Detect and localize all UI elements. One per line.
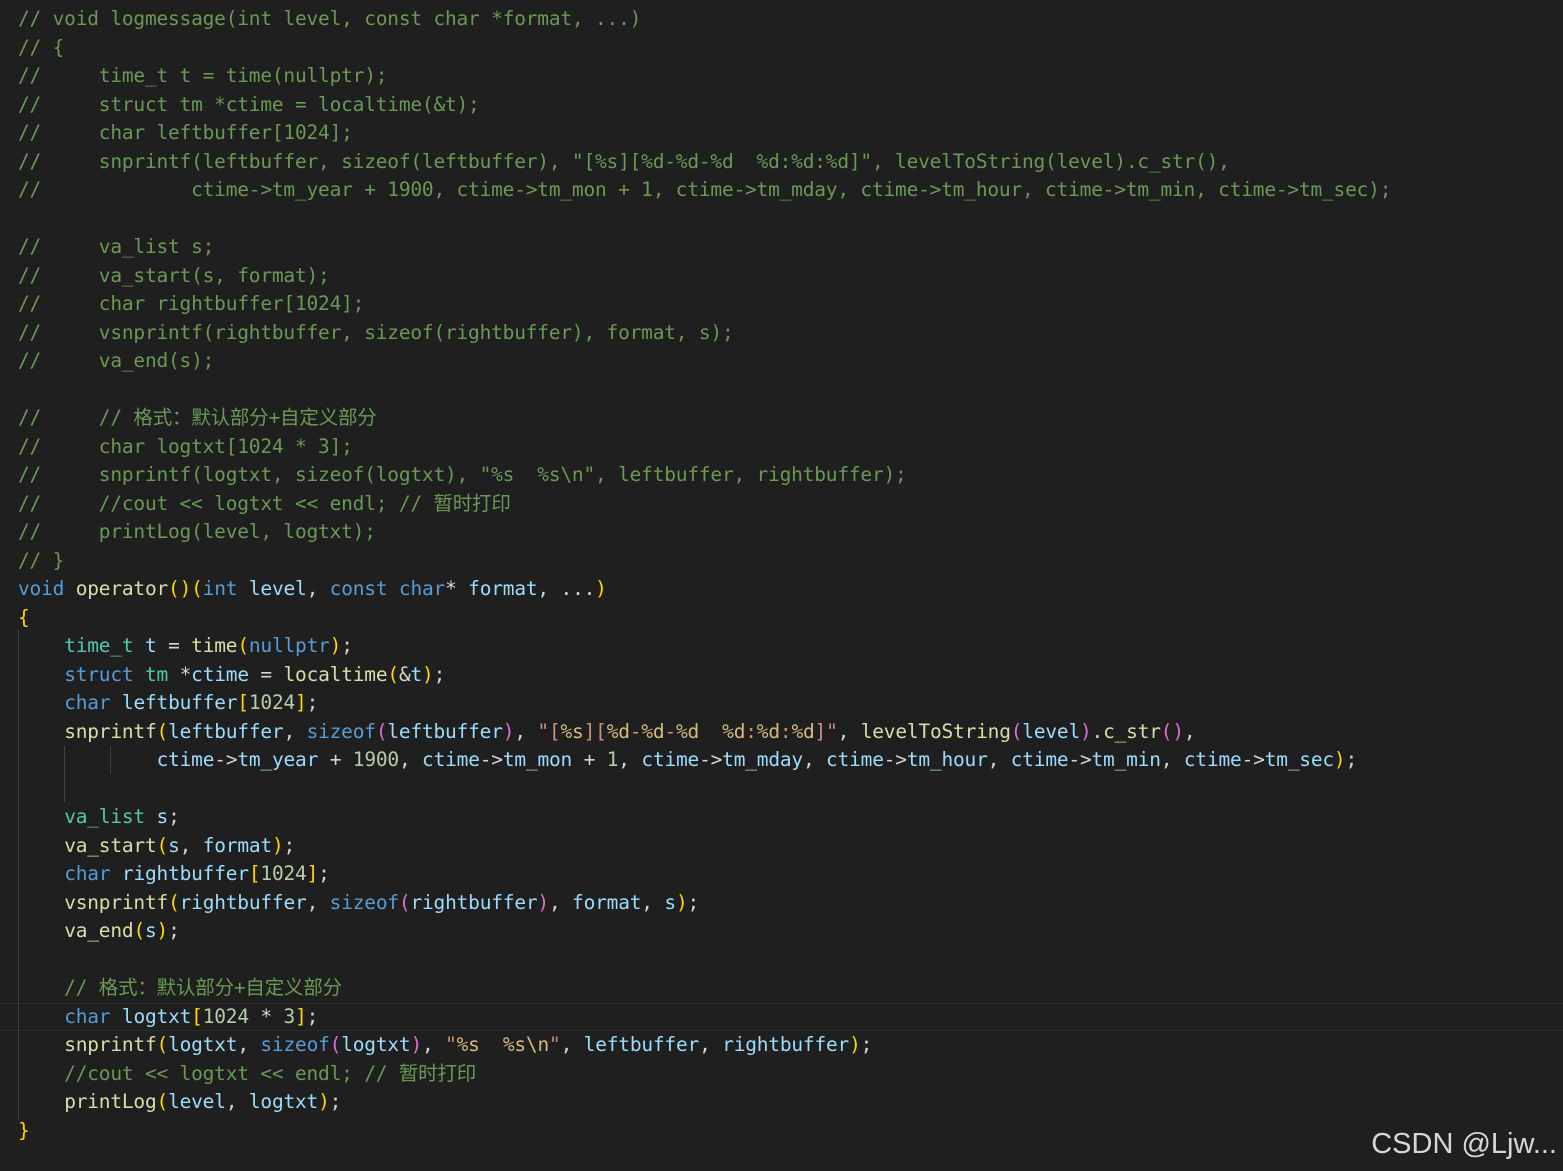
indent-guide-continuation (64, 746, 65, 802)
code-text: va_end(s); (64, 919, 180, 942)
code-text: // va_list s; (18, 235, 215, 258)
code-line[interactable]: va_end(s); (0, 917, 1563, 946)
code-text: char leftbuffer[1024]; (64, 691, 319, 714)
code-line[interactable]: // va_list s; (0, 233, 1563, 262)
code-text: snprintf(logtxt, sizeof(logtxt), "%s %s\… (64, 1033, 873, 1056)
code-text: // char rightbuffer[1024]; (18, 292, 365, 315)
code-text: vsnprintf(rightbuffer, sizeof(rightbuffe… (64, 890, 700, 914)
code-line[interactable]: // char rightbuffer[1024]; (0, 290, 1563, 319)
code-text: // printLog(level, logtxt); (18, 520, 376, 543)
code-line[interactable]: printLog(level, logtxt); (0, 1088, 1563, 1117)
code-line[interactable]: // snprintf(logtxt, sizeof(logtxt), "%s … (0, 461, 1563, 490)
code-line[interactable]: //cout << logtxt << endl; // 暂时打印 (0, 1060, 1563, 1089)
code-line[interactable]: // // 格式：默认部分+自定义部分 (0, 404, 1563, 433)
code-line[interactable]: } (0, 1117, 1563, 1146)
code-text: // char logtxt[1024 * 3]; (18, 434, 353, 458)
code-line[interactable]: struct tm *ctime = localtime(&t); (0, 661, 1563, 690)
code-text: // struct tm *ctime = localtime(&t); (18, 92, 480, 116)
watermark: CSDN @Ljw... (1371, 1128, 1557, 1160)
code-text: // snprintf(logtxt, sizeof(logtxt), "%s … (18, 463, 907, 486)
code-text: va_list s; (64, 805, 180, 828)
code-line[interactable]: ctime->tm_year + 1900, ctime->tm_mon + 1… (0, 746, 1563, 775)
code-line[interactable]: time_t t = time(nullptr); (0, 632, 1563, 661)
code-line[interactable]: char leftbuffer[1024]; (0, 689, 1563, 718)
code-text: // //cout << logtxt << endl; // 暂时打印 (18, 491, 511, 515)
code-text: // snprintf(leftbuffer, sizeof(leftbuffe… (18, 149, 1230, 173)
code-text: time_t t = time(nullptr); (64, 634, 353, 657)
code-text: // vsnprintf(rightbuffer, sizeof(rightbu… (18, 320, 734, 344)
code-text: } (18, 1118, 30, 1142)
code-line[interactable]: // snprintf(leftbuffer, sizeof(leftbuffe… (0, 148, 1563, 177)
code-line[interactable] (0, 205, 1563, 234)
code-line[interactable]: void operator()(int level, const char* f… (0, 575, 1563, 604)
indent-guide-continuation-inner (110, 746, 111, 774)
code-line[interactable]: // time_t t = time(nullptr); (0, 62, 1563, 91)
code-line[interactable]: char rightbuffer[1024]; (0, 860, 1563, 889)
code-text: //cout << logtxt << endl; // 暂时打印 (18, 1061, 477, 1085)
code-line[interactable]: // ctime->tm_year + 1900, ctime->tm_mon … (0, 176, 1563, 205)
code-text: { (18, 605, 30, 629)
code-text: char rightbuffer[1024]; (64, 862, 330, 885)
code-line[interactable] (0, 946, 1563, 975)
code-text: // va_start(s, format); (18, 263, 330, 287)
code-text: // } (18, 548, 65, 572)
code-text: struct tm *ctime = localtime(&t); (64, 662, 446, 686)
code-line[interactable] (0, 775, 1563, 804)
code-line[interactable]: { (0, 604, 1563, 633)
code-line[interactable]: // vsnprintf(rightbuffer, sizeof(rightbu… (0, 319, 1563, 348)
code-line[interactable]: // //cout << logtxt << endl; // 暂时打印 (0, 490, 1563, 519)
indent-guide (18, 630, 19, 1120)
code-line[interactable]: snprintf(leftbuffer, sizeof(leftbuffer),… (0, 718, 1563, 747)
code-line[interactable]: // void logmessage(int level, const char… (0, 5, 1563, 34)
code-text: snprintf(leftbuffer, sizeof(leftbuffer),… (64, 719, 1196, 743)
code-line[interactable]: // va_start(s, format); (0, 262, 1563, 291)
code-text: // void logmessage(int level, const char… (18, 7, 642, 30)
code-line[interactable]: snprintf(logtxt, sizeof(logtxt), "%s %s\… (0, 1031, 1563, 1060)
code-text: // char leftbuffer[1024]; (18, 121, 353, 144)
code-text: void operator()(int level, const char* f… (18, 577, 607, 600)
code-text: // { (18, 35, 65, 59)
code-text: char logtxt[1024 * 3]; (64, 1004, 319, 1028)
code-line[interactable]: // char logtxt[1024 * 3]; (0, 433, 1563, 462)
code-editor[interactable]: // void logmessage(int level, const char… (0, 0, 1563, 1171)
code-line[interactable]: va_list s; (0, 803, 1563, 832)
code-text: va_start(s, format); (64, 833, 296, 857)
code-text: // va_end(s); (18, 349, 215, 372)
code-line[interactable]: vsnprintf(rightbuffer, sizeof(rightbuffe… (0, 889, 1563, 918)
code-line[interactable]: // char leftbuffer[1024]; (0, 119, 1563, 148)
code-line[interactable]: char logtxt[1024 * 3]; (0, 1003, 1563, 1032)
code-line[interactable]: // } (0, 547, 1563, 576)
code-line[interactable]: // { (0, 34, 1563, 63)
code-text: ctime->tm_year + 1900, ctime->tm_mon + 1… (156, 748, 1358, 771)
code-text: // time_t t = time(nullptr); (18, 64, 388, 87)
code-line[interactable]: // printLog(level, logtxt); (0, 518, 1563, 547)
code-line[interactable] (0, 376, 1563, 405)
code-line[interactable]: // struct tm *ctime = localtime(&t); (0, 91, 1563, 120)
code-text: printLog(level, logtxt); (64, 1090, 342, 1113)
code-line[interactable]: // va_end(s); (0, 347, 1563, 376)
code-text: // // 格式：默认部分+自定义部分 (18, 406, 377, 429)
code-text: // 格式：默认部分+自定义部分 (18, 976, 342, 999)
code-line[interactable]: // 格式：默认部分+自定义部分 (0, 974, 1563, 1003)
code-text: // ctime->tm_year + 1900, ctime->tm_mon … (18, 178, 1392, 201)
code-line[interactable]: va_start(s, format); (0, 832, 1563, 861)
